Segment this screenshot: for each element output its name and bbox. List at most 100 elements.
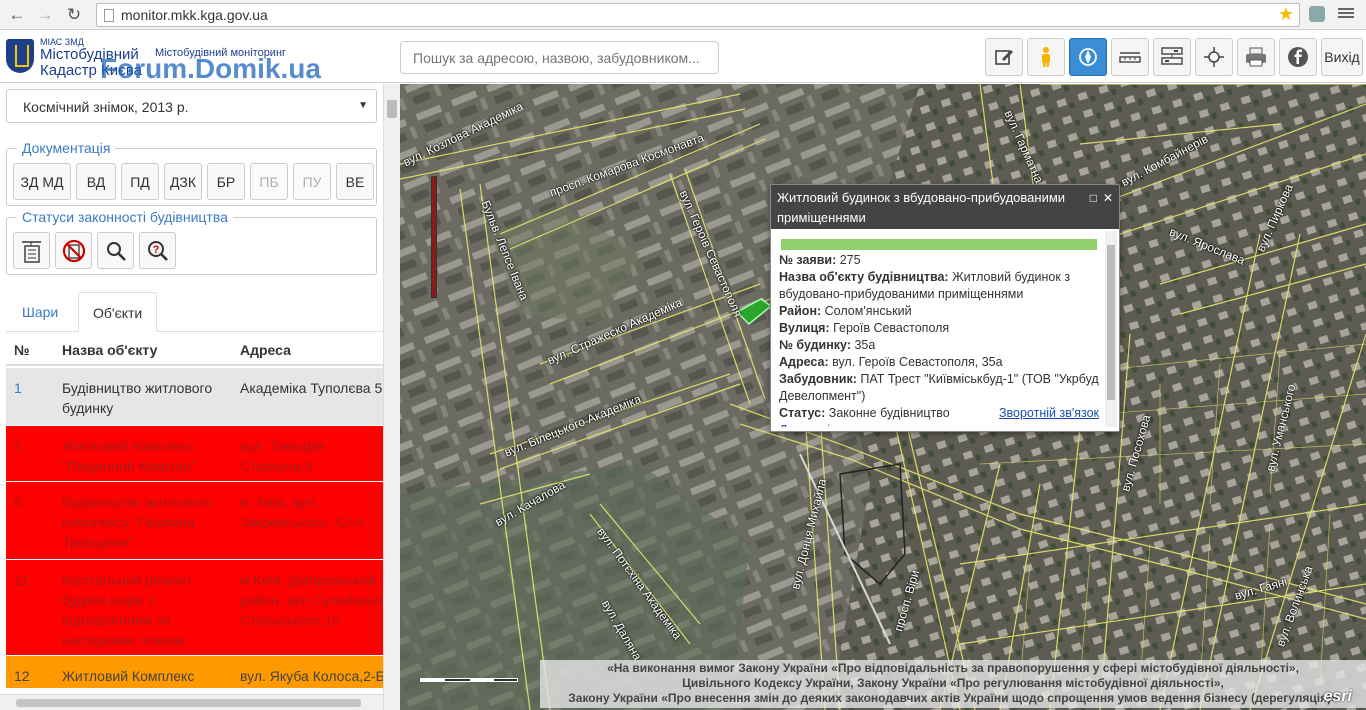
- popup-field: Забудовник: ПАТ Трест "Київміськбуд-1" (…: [779, 371, 1099, 405]
- extension-icon[interactable]: [1309, 6, 1325, 22]
- edit-button[interactable]: [985, 38, 1023, 76]
- documentation-group: Документація ЗД МД ВД ПД ДЗК БР ПБ ПУ ВЕ: [6, 140, 377, 206]
- map-view[interactable]: вул. Козлова Академіка просп. Комарова Ко…: [400, 84, 1366, 710]
- reload-icon[interactable]: ↻: [63, 4, 85, 26]
- url-text: monitor.mkk.kga.gov.ua: [121, 7, 268, 23]
- legal-notice-line: Закону України «Про внесення змін до дея…: [568, 691, 1338, 705]
- table-row[interactable]: 11 Капітальний ремонт будівлі кафе з відн…: [6, 560, 383, 656]
- popup-field-value: 35а: [854, 338, 876, 352]
- browser-menu-icon[interactable]: [1338, 6, 1354, 22]
- esri-logo: esri: [1323, 688, 1352, 705]
- doc-button[interactable]: ПД: [121, 163, 159, 200]
- row-number: 1: [14, 380, 22, 396]
- row-address: вул. Якуба Колоса,2-Б: [240, 668, 383, 684]
- doc-button[interactable]: ПБ: [250, 163, 288, 200]
- doc-button[interactable]: ВЕ: [336, 163, 374, 200]
- exit-button[interactable]: Вихід: [1321, 38, 1363, 76]
- details-link[interactable]: Детальніше: [779, 422, 1099, 427]
- popup-field-label: Статус:: [779, 406, 826, 420]
- close-icon[interactable]: ✕: [1103, 191, 1113, 205]
- doc-button[interactable]: ВД: [76, 163, 116, 200]
- legal-notice-line: Цивільного Кодексу України, Закону Украї…: [682, 676, 1224, 690]
- address-bar[interactable]: monitor.mkk.kga.gov.ua ★: [96, 3, 1300, 27]
- page-icon: [104, 9, 114, 22]
- row-number: 6: [14, 494, 22, 510]
- measure-button[interactable]: [1111, 38, 1149, 76]
- tab-layers[interactable]: Шари: [8, 292, 72, 332]
- popup-field-label: Назва об'єкту будівництва:: [779, 270, 949, 284]
- popup-field: № заяви: 275: [779, 252, 1099, 269]
- kyiv-emblem-icon: [6, 39, 34, 73]
- street-view-button[interactable]: [1027, 38, 1065, 76]
- sidebar-horizontal-scrollbar[interactable]: [0, 694, 383, 710]
- basemap-value: Космічний знімок, 2013 р.: [23, 99, 189, 115]
- maximize-icon[interactable]: □: [1090, 191, 1097, 205]
- documentation-legend: Документація: [17, 140, 116, 156]
- layers-config-button[interactable]: [1153, 38, 1191, 76]
- popup-field-value: Законне будівництво: [828, 406, 950, 420]
- basemap-select[interactable]: Космічний знімок, 2013 р. ▼: [6, 89, 377, 123]
- crosshair-button[interactable]: [1195, 38, 1233, 76]
- edit-icon: [995, 50, 1013, 65]
- legal-notice-line: «На виконання вимог Закону України «Про …: [607, 661, 1299, 675]
- column-name-header: Назва об'єкту: [62, 342, 158, 358]
- popup-field-label: Адреса:: [779, 355, 829, 369]
- prohibited-construction-icon: [62, 239, 85, 262]
- facebook-button[interactable]: [1279, 38, 1317, 76]
- zoom-slider[interactable]: [431, 176, 437, 298]
- status-inspection-button[interactable]: [97, 232, 134, 269]
- popup-scrollbar[interactable]: [1105, 231, 1117, 427]
- forward-icon[interactable]: →: [34, 4, 56, 26]
- back-icon[interactable]: ←: [6, 4, 28, 26]
- popup-field-label: Забудовник:: [779, 372, 857, 386]
- street-view-icon: [1042, 47, 1050, 67]
- status-prohibited-button[interactable]: [55, 232, 92, 269]
- popup-title: Житловий будинок з вбудовано-прибудовани…: [771, 185, 1119, 229]
- table-row[interactable]: 12 Житловий Комплекс "Сонячна Брама" вул. …: [6, 656, 383, 688]
- popup-field: Вулиця: Героїв Севастополя: [779, 320, 1099, 337]
- popup-field-label: № заяви:: [779, 253, 837, 267]
- scrollbar-thumb[interactable]: [387, 100, 397, 118]
- doc-button[interactable]: БР: [207, 163, 245, 200]
- sidebar-vertical-scrollbar[interactable]: [383, 84, 400, 710]
- print-icon: [1246, 47, 1266, 67]
- svg-text:?: ?: [152, 244, 159, 256]
- popup-field-value: 275: [839, 253, 861, 267]
- crosshair-icon: [1204, 47, 1224, 67]
- table-row[interactable]: 6 Будівництво житлового комплексу "Перлин…: [6, 482, 383, 560]
- scrollbar-thumb[interactable]: [16, 699, 361, 707]
- search-box[interactable]: [400, 41, 719, 74]
- tab-objects[interactable]: Об'єкти: [78, 292, 158, 332]
- row-name: Житловий Комплекс "Сонячна Брама": [62, 668, 195, 684]
- doc-button[interactable]: ДЗК: [164, 163, 202, 200]
- questionable-icon: ?: [147, 240, 168, 261]
- measure-icon: [1119, 52, 1141, 63]
- row-name: Капітальний ремонт будівлі кафе з віднов…: [62, 572, 193, 648]
- row-number: 12: [14, 668, 30, 684]
- sidebar: Космічний знімок, 2013 р. ▼ Документація…: [0, 84, 400, 710]
- table-row[interactable]: 1 Будівництво житлового будинку Академіка …: [6, 368, 383, 426]
- feedback-link[interactable]: Зворотній зв'язок: [999, 405, 1099, 422]
- status-legal-button[interactable]: [13, 232, 50, 269]
- row-name: Будівництво житлового будинку: [62, 380, 213, 416]
- popup-field-label: Вулиця:: [779, 321, 830, 335]
- compass-button[interactable]: [1069, 38, 1107, 76]
- row-name: Будівництво житлового комплексу "Перлина…: [62, 494, 213, 550]
- forum-watermark: Forum.Domik.ua: [100, 53, 321, 84]
- table-row[interactable]: 5 Житловий Комплекс "Південний Квартал" ву…: [6, 426, 383, 482]
- doc-button[interactable]: ЗД МД: [13, 163, 71, 200]
- column-address-header: Адреса: [240, 342, 291, 358]
- app-header: МІАС ЗМД Містобудівний Кадастр Києва Міс…: [0, 31, 1366, 99]
- objects-table-header: № Назва об'єкту Адреса: [6, 336, 383, 366]
- popup-field: Назва об'єкту будівництва: Житловий буди…: [779, 269, 1099, 303]
- bookmark-star-icon[interactable]: ★: [1278, 4, 1294, 25]
- doc-button[interactable]: ПУ: [293, 163, 331, 200]
- scrollbar-thumb[interactable]: [1107, 245, 1115, 400]
- search-input[interactable]: [401, 42, 718, 73]
- facebook-icon: [1288, 47, 1308, 67]
- status-questionable-button[interactable]: ?: [139, 232, 176, 269]
- status-buttons: ?: [13, 232, 176, 269]
- print-button[interactable]: [1237, 38, 1275, 76]
- scale-bar: [420, 678, 518, 682]
- row-number: 5: [14, 438, 22, 454]
